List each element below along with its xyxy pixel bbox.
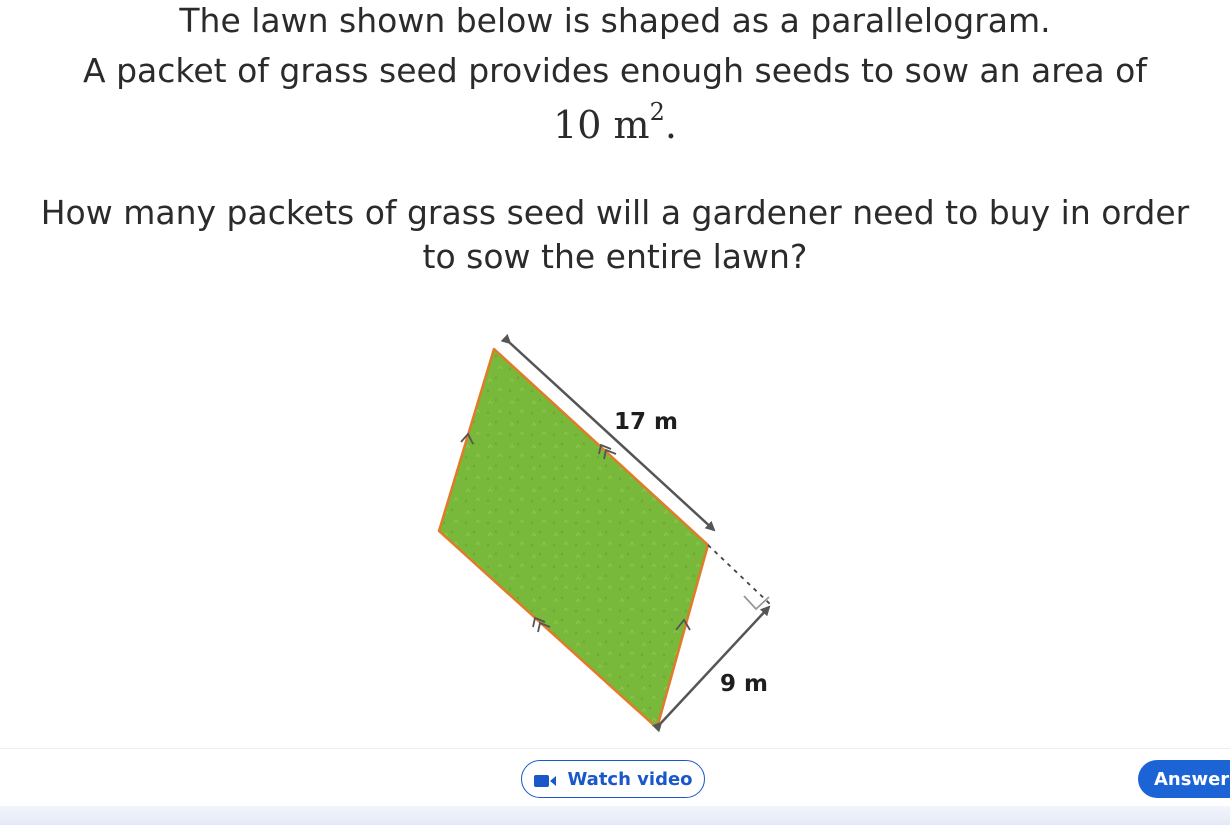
- footer-bar: [0, 806, 1230, 825]
- video-camera-icon: [533, 772, 557, 787]
- parallelogram-diagram: 17 m 9 m: [437, 333, 771, 733]
- watch-video-button[interactable]: Watch video: [521, 760, 705, 798]
- side-length-label: 17 m: [614, 409, 678, 435]
- right-angle-marker: [743, 595, 770, 611]
- answer-button[interactable]: Answer: [1138, 760, 1230, 798]
- watch-video-label: Watch video: [567, 768, 693, 790]
- extension-dashed-line: [707, 544, 771, 605]
- height-label: 9 m: [720, 671, 768, 697]
- lawn-parallelogram: [437, 347, 710, 730]
- answer-label: Answer: [1154, 768, 1230, 790]
- footer-divider: [0, 748, 1230, 749]
- page: The lawn shown below is shaped as a para…: [0, 0, 1230, 825]
